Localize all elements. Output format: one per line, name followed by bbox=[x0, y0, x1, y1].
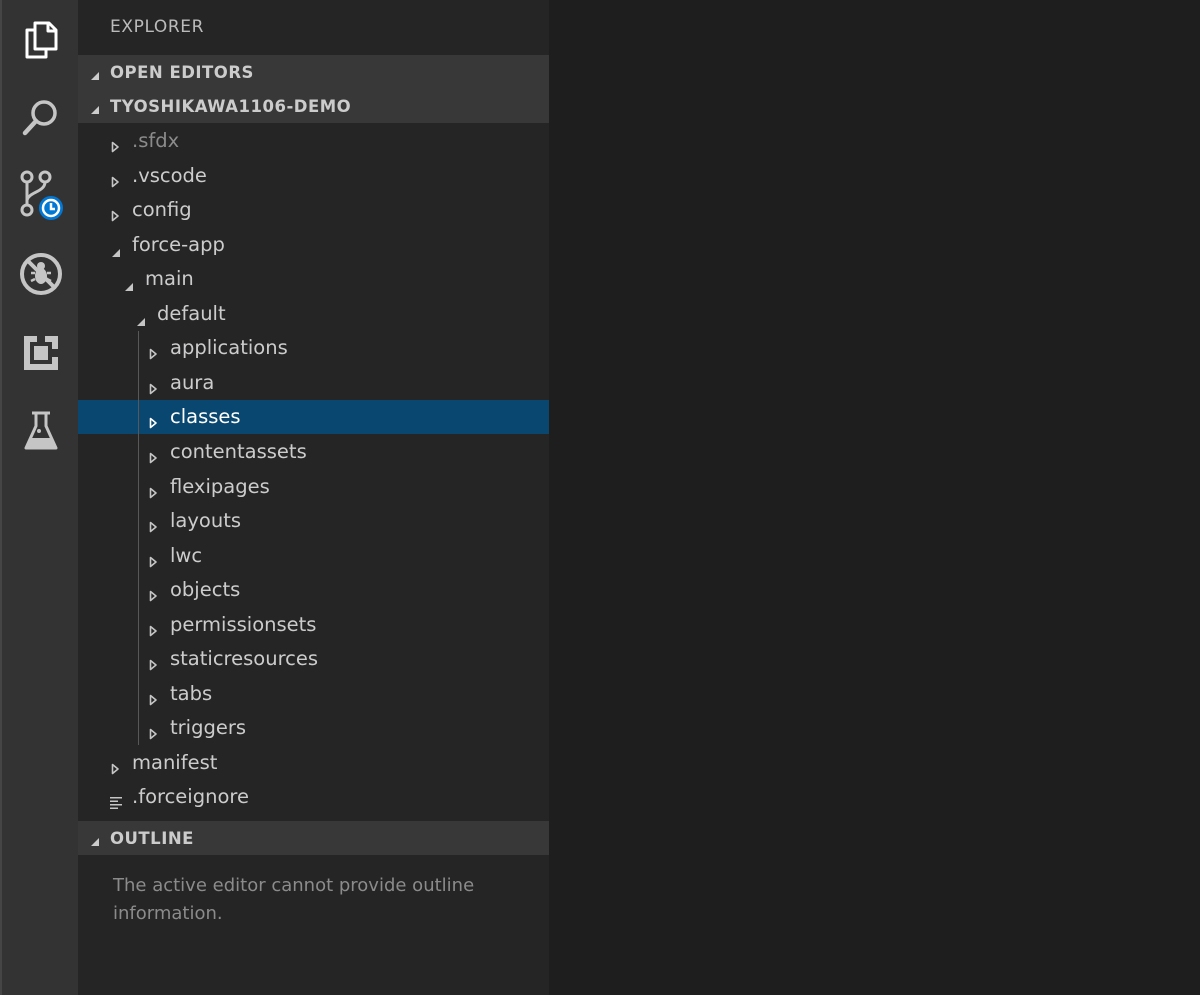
tree-item-label: .vscode bbox=[132, 163, 207, 187]
tree-folder-item[interactable]: .sfdx bbox=[78, 124, 549, 158]
open-editors-label: OPEN EDITORS bbox=[110, 62, 254, 82]
chevron-right-icon bbox=[111, 135, 120, 158]
chevron-right-icon bbox=[149, 377, 158, 400]
tree-item-label: contentassets bbox=[170, 439, 307, 463]
tree-folder-item[interactable]: tabs bbox=[78, 677, 549, 711]
tree-item-label: aura bbox=[170, 370, 215, 394]
tree-folder-item[interactable]: layouts bbox=[78, 504, 549, 538]
open-editors-header[interactable]: OPEN EDITORS bbox=[78, 55, 549, 89]
tree-item-label: lwc bbox=[170, 543, 203, 567]
chevron-down-icon bbox=[90, 100, 100, 119]
sidebar-title: EXPLORER bbox=[110, 17, 205, 37]
extensions-icon bbox=[22, 334, 60, 372]
search-icon bbox=[21, 97, 61, 137]
tree-item-label: tabs bbox=[170, 681, 213, 705]
tree-folder-item[interactable]: staticresources bbox=[78, 642, 549, 676]
tree-item-label: layouts bbox=[170, 509, 242, 533]
files-icon bbox=[23, 20, 59, 60]
tree-item-label: manifest bbox=[132, 750, 218, 774]
file-lines-icon bbox=[110, 791, 123, 814]
activity-bar bbox=[0, 0, 78, 995]
debug-activity-button[interactable] bbox=[2, 235, 80, 313]
tree-file-item[interactable]: .forceignore bbox=[78, 780, 549, 814]
search-activity-button[interactable] bbox=[2, 78, 80, 156]
tree-item-label: flexipages bbox=[170, 474, 270, 498]
tree-item-label: staticresources bbox=[170, 647, 319, 671]
source-control-icon bbox=[17, 168, 65, 222]
chevron-right-icon bbox=[149, 515, 158, 538]
editor-area[interactable] bbox=[549, 0, 1200, 995]
outline-message: The active editor cannot provide outline… bbox=[113, 875, 475, 924]
chevron-right-icon bbox=[111, 204, 120, 227]
tree-folder-item[interactable]: .vscode bbox=[78, 159, 549, 193]
tree-item-label: applications bbox=[170, 336, 288, 360]
tree-folder-item[interactable]: flexipages bbox=[78, 470, 549, 504]
chevron-right-icon bbox=[149, 584, 158, 607]
tree-folder-item[interactable]: default bbox=[78, 297, 549, 331]
extensions-activity-button[interactable] bbox=[2, 314, 80, 392]
chevron-right-icon bbox=[149, 722, 158, 745]
chevron-down-icon bbox=[111, 240, 121, 263]
tree-folder-item[interactable]: applications bbox=[78, 331, 549, 365]
vscode-window: EXPLORER OPEN EDITORS TYOSHIKAWA1106-DEM… bbox=[0, 0, 1200, 995]
tree-folder-item[interactable]: classes bbox=[78, 400, 549, 435]
chevron-down-icon bbox=[90, 66, 100, 85]
chevron-right-icon bbox=[149, 481, 158, 504]
tree-folder-item[interactable]: force-app bbox=[78, 228, 549, 262]
tree-folder-item[interactable]: lwc bbox=[78, 539, 549, 573]
tree-folder-item[interactable]: permissionsets bbox=[78, 608, 549, 642]
chevron-right-icon bbox=[111, 757, 120, 780]
debug-icon bbox=[18, 251, 64, 297]
tree-item-label: force-app bbox=[132, 232, 225, 256]
tree-folder-item[interactable]: aura bbox=[78, 366, 549, 400]
test-activity-button[interactable] bbox=[2, 392, 80, 470]
outline-label: OUTLINE bbox=[110, 828, 194, 848]
chevron-right-icon bbox=[149, 446, 158, 469]
tree-folder-item[interactable]: triggers bbox=[78, 711, 549, 745]
chevron-down-icon bbox=[124, 274, 134, 297]
test-flask-icon bbox=[23, 410, 59, 452]
tree-folder-item[interactable]: manifest bbox=[78, 746, 549, 780]
chevron-right-icon bbox=[149, 653, 158, 676]
tree-item-label: classes bbox=[170, 405, 241, 429]
tree-folder-item[interactable]: contentassets bbox=[78, 435, 549, 469]
chevron-right-icon bbox=[149, 619, 158, 642]
chevron-down-icon bbox=[90, 832, 100, 851]
chevron-right-icon bbox=[149, 411, 158, 434]
project-header[interactable]: TYOSHIKAWA1106-DEMO bbox=[78, 89, 549, 123]
tree-item-label: objects bbox=[170, 578, 241, 602]
chevron-down-icon bbox=[136, 309, 146, 332]
indent-guide bbox=[138, 331, 139, 745]
chevron-right-icon bbox=[149, 550, 158, 573]
explorer-sidebar: EXPLORER OPEN EDITORS TYOSHIKAWA1106-DEM… bbox=[78, 0, 549, 995]
tree-item-label: config bbox=[132, 198, 192, 222]
tree-item-label: permissionsets bbox=[170, 612, 317, 636]
tree-folder-item[interactable]: config bbox=[78, 193, 549, 227]
tree-folder-item[interactable]: objects bbox=[78, 573, 549, 607]
tree-item-label: .forceignore bbox=[132, 785, 249, 809]
tree-folder-item[interactable]: main bbox=[78, 262, 549, 296]
tree-item-label: default bbox=[157, 301, 226, 325]
chevron-right-icon bbox=[111, 170, 120, 193]
chevron-right-icon bbox=[149, 688, 158, 711]
explorer-activity-button[interactable] bbox=[2, 1, 80, 79]
source-control-activity-button[interactable] bbox=[2, 156, 80, 234]
tree-item-label: .sfdx bbox=[132, 129, 180, 152]
project-label: TYOSHIKAWA1106-DEMO bbox=[110, 96, 352, 116]
chevron-right-icon bbox=[149, 342, 158, 365]
tree-item-label: main bbox=[145, 267, 194, 291]
tree-item-label: triggers bbox=[170, 716, 247, 740]
outline-header[interactable]: OUTLINE bbox=[78, 821, 549, 855]
